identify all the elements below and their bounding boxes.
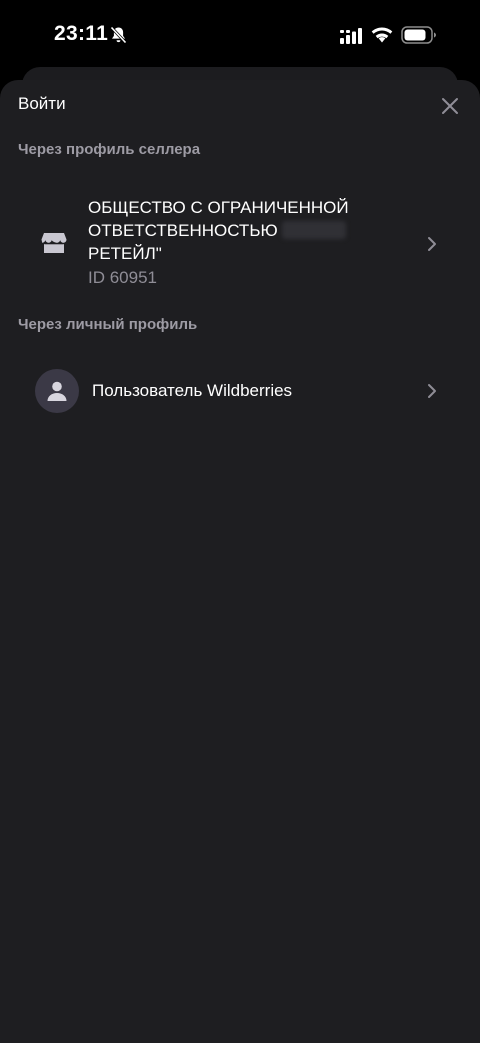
seller-name-line2-text: ОТВЕТСТВЕННОСТЬЮ <box>88 221 278 240</box>
seller-name-line1: ОБЩЕСТВО С ОГРАНИЧЕННОЙ <box>88 198 349 217</box>
seller-id: ID 60951 <box>88 268 157 287</box>
bell-off-icon <box>110 26 127 44</box>
user-icon <box>47 381 67 401</box>
close-icon <box>442 98 458 114</box>
personal-profile-item[interactable]: Пользователь Wildberries <box>0 360 480 422</box>
section-label-seller: Через профиль селлера <box>18 141 201 158</box>
chevron-right-icon <box>427 383 437 399</box>
user-label: Пользователь Wildberries <box>92 381 293 400</box>
seller-name-line3: РЕТЕЙЛ" <box>88 244 162 263</box>
close-button[interactable] <box>436 92 464 120</box>
status-bar: 23:11 <box>0 0 480 70</box>
redacted-text <box>282 221 347 239</box>
section-label-personal: Через личный профиль <box>18 316 198 333</box>
sheet-title: Войти <box>18 94 66 113</box>
avatar <box>35 369 79 413</box>
battery-icon <box>401 26 437 44</box>
signal-icon <box>340 28 362 44</box>
seller-name-line2: ОТВЕТСТВЕННОСТЬЮ <box>88 219 388 242</box>
shop-icon <box>41 232 67 254</box>
seller-profile-item[interactable]: ОБЩЕСТВО С ОГРАНИЧЕННОЙ ОТВЕТСТВЕННОСТЬЮ… <box>0 184 480 292</box>
login-sheet: Войти Через профиль селлера ОБЩЕСТВО С О… <box>0 80 480 1043</box>
seller-name: ОБЩЕСТВО С ОГРАНИЧЕННОЙ ОТВЕТСТВЕННОСТЬЮ… <box>88 196 388 265</box>
chevron-right-icon <box>427 236 437 252</box>
wifi-icon <box>371 26 393 43</box>
status-time: 23:11 <box>54 22 109 45</box>
